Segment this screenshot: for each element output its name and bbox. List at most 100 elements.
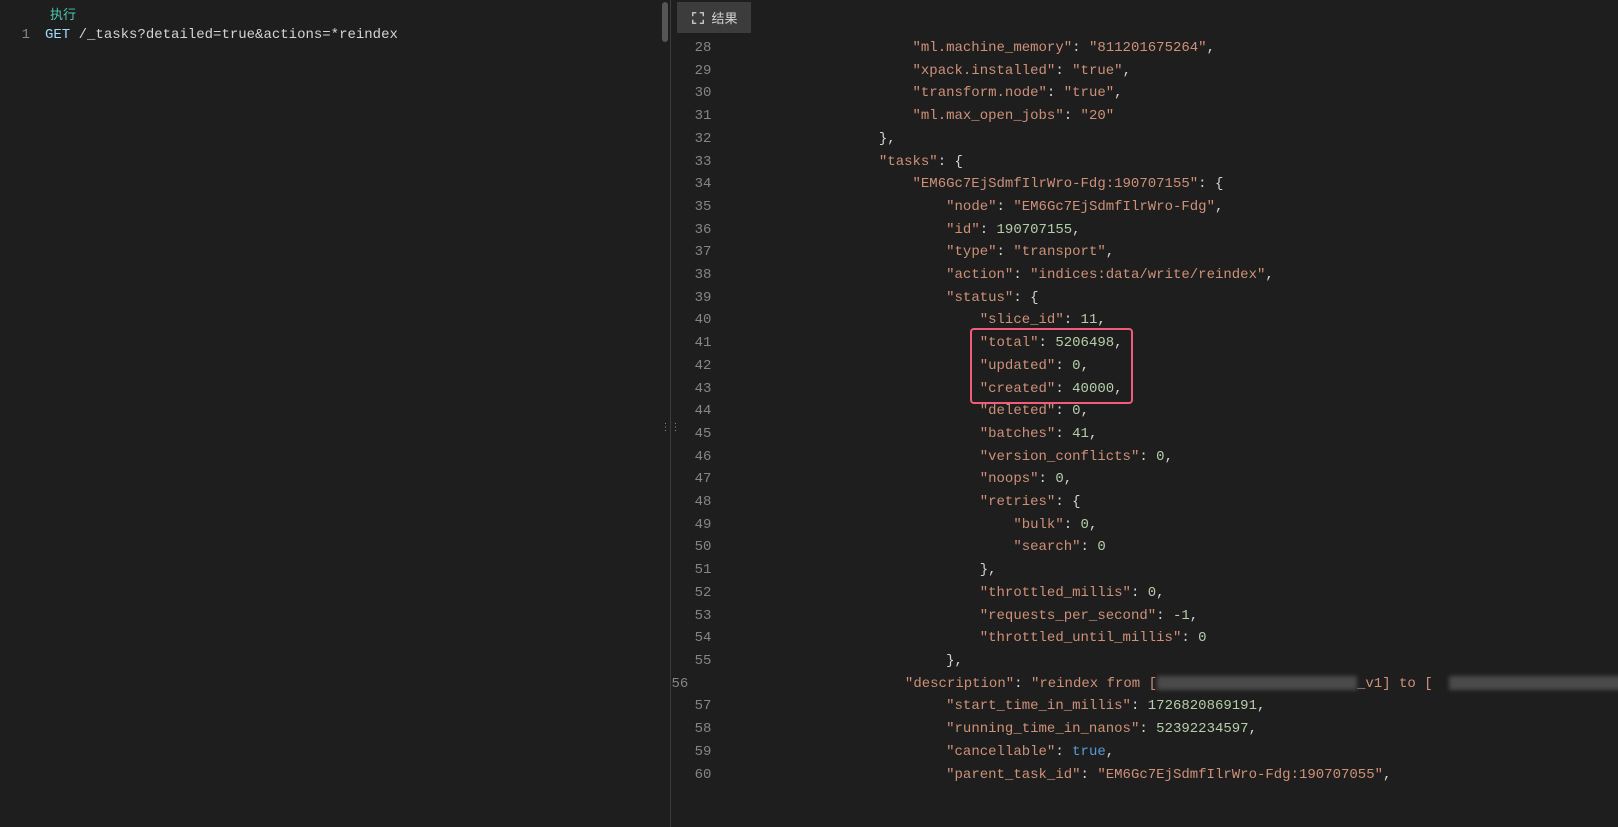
result-line-number: 36 (671, 219, 726, 242)
result-line-number: 38 (671, 264, 726, 287)
request-path-rest: detailed=true&actions=*reindex (146, 27, 398, 43)
result-line: 38 "action": "indices:data/write/reindex… (671, 264, 1618, 287)
result-line: 58 "running_time_in_nanos": 52392234597, (671, 718, 1618, 741)
redacted-text (1157, 676, 1357, 690)
result-line-content: "search": 0 (744, 536, 1105, 559)
result-line: 29 "xpack.installed": "true", (671, 60, 1618, 83)
expand-icon (691, 11, 705, 25)
result-line-number: 50 (671, 536, 726, 559)
result-line: 57 "start_time_in_millis": 1726820869191… (671, 695, 1618, 718)
result-line-number: 49 (671, 514, 726, 537)
result-line-content: "EM6Gc7EjSdmfIlrWro-Fdg:190707155": { (744, 173, 1223, 196)
result-line-content: "node": "EM6Gc7EjSdmfIlrWro-Fdg", (744, 196, 1223, 219)
result-line-number: 60 (671, 764, 726, 787)
result-line-content: "throttled_until_millis": 0 (744, 627, 1206, 650)
result-line-content: "cancellable": true, (744, 741, 1114, 764)
result-pane: 结果 28 "ml.machine_memory": "811201675264… (671, 0, 1618, 827)
result-line-number: 35 (671, 196, 726, 219)
result-line: 51 }, (671, 559, 1618, 582)
result-line-number: 57 (671, 695, 726, 718)
result-line-content: "id": 190707155, (744, 219, 1080, 242)
result-line-number: 30 (671, 82, 726, 105)
result-line: 47 "noops": 0, (671, 468, 1618, 491)
result-line: 30 "transform.node": "true", (671, 82, 1618, 105)
result-line: 48 "retries": { (671, 491, 1618, 514)
result-line-number: 56 (671, 673, 703, 696)
result-line-number: 55 (671, 650, 726, 673)
result-line-content: "start_time_in_millis": 1726820869191, (744, 695, 1265, 718)
result-line-number: 47 (671, 468, 726, 491)
editor-line[interactable]: 1 GET /_tasks?detailed=true&actions=*rei… (0, 27, 670, 43)
result-line-content: "total": 5206498, (744, 332, 1122, 355)
result-line-content: "created": 40000, (744, 378, 1122, 401)
result-line-content: "description": "reindex from [_v1] to [ (703, 673, 1618, 696)
result-line-number: 40 (671, 309, 726, 332)
result-line: 53 "requests_per_second": -1, (671, 605, 1618, 628)
result-line-number: 54 (671, 627, 726, 650)
result-line: 50 "search": 0 (671, 536, 1618, 559)
result-line-content: "bulk": 0, (744, 514, 1097, 537)
result-line-content: "batches": 41, (744, 423, 1097, 446)
result-line: 54 "throttled_until_millis": 0 (671, 627, 1618, 650)
result-line-number: 33 (671, 151, 726, 174)
result-line-number: 29 (671, 60, 726, 83)
result-line: 42 "updated": 0, (671, 355, 1618, 378)
request-editor-pane: 执行 1 GET /_tasks?detailed=true&actions=*… (0, 0, 671, 827)
result-line: 32 }, (671, 128, 1618, 151)
result-line-number: 41 (671, 332, 726, 355)
result-line-number: 42 (671, 355, 726, 378)
result-line-number: 28 (671, 37, 726, 60)
result-line: 46 "version_conflicts": 0, (671, 446, 1618, 469)
result-line-content: "tasks": { (744, 151, 962, 174)
result-line: 52 "throttled_millis": 0, (671, 582, 1618, 605)
result-line: 39 "status": { (671, 287, 1618, 310)
line-number: 1 (0, 27, 45, 43)
result-line-number: 46 (671, 446, 726, 469)
result-line-number: 51 (671, 559, 726, 582)
http-method: GET (45, 27, 70, 43)
result-line-number: 39 (671, 287, 726, 310)
redacted-text (1449, 676, 1618, 690)
result-line-number: 43 (671, 378, 726, 401)
result-line: 31 "ml.max_open_jobs": "20" (671, 105, 1618, 128)
result-body[interactable]: 28 "ml.machine_memory": "811201675264",2… (671, 33, 1618, 827)
request-path-prefix: /_tasks? (70, 27, 146, 43)
result-line-content: "type": "transport", (744, 241, 1114, 264)
result-line-number: 45 (671, 423, 726, 446)
result-line: 28 "ml.machine_memory": "811201675264", (671, 37, 1618, 60)
result-line: 49 "bulk": 0, (671, 514, 1618, 537)
result-line: 43 "created": 40000, (671, 378, 1618, 401)
result-line-content: "action": "indices:data/write/reindex", (744, 264, 1273, 287)
scrollbar-thumb[interactable] (662, 2, 668, 42)
result-line-number: 44 (671, 400, 726, 423)
result-line-content: "running_time_in_nanos": 52392234597, (744, 718, 1257, 741)
result-line-number: 58 (671, 718, 726, 741)
result-line-content: "status": { (744, 287, 1038, 310)
execute-link[interactable]: 执行 (0, 0, 670, 27)
result-line: 56 "description": "reindex from [_v1] to… (671, 673, 1618, 696)
result-line-number: 53 (671, 605, 726, 628)
result-line: 36 "id": 190707155, (671, 219, 1618, 242)
result-line-number: 34 (671, 173, 726, 196)
result-tab-label: 结果 (711, 8, 737, 27)
result-line: 34 "EM6Gc7EjSdmfIlrWro-Fdg:190707155": { (671, 173, 1618, 196)
result-line-number: 32 (671, 128, 726, 151)
result-tab[interactable]: 结果 (677, 2, 751, 33)
result-line-number: 48 (671, 491, 726, 514)
result-line-content: "transform.node": "true", (744, 82, 1122, 105)
result-line: 60 "parent_task_id": "EM6Gc7EjSdmfIlrWro… (671, 764, 1618, 787)
result-line-content: }, (744, 559, 996, 582)
result-line: 55 }, (671, 650, 1618, 673)
result-line-content: "updated": 0, (744, 355, 1089, 378)
result-line-content: "xpack.installed": "true", (744, 60, 1131, 83)
result-line-content: "ml.machine_memory": "811201675264", (744, 37, 1215, 60)
result-line-content: "ml.max_open_jobs": "20" (744, 105, 1114, 128)
result-line-content: "throttled_millis": 0, (744, 582, 1164, 605)
result-line-content: }, (744, 128, 895, 151)
result-line: 45 "batches": 41, (671, 423, 1618, 446)
request-code[interactable]: GET /_tasks?detailed=true&actions=*reind… (45, 27, 670, 43)
result-line-content: "deleted": 0, (744, 400, 1089, 423)
result-line: 33 "tasks": { (671, 151, 1618, 174)
result-line-content: "requests_per_second": -1, (744, 605, 1198, 628)
result-line-number: 31 (671, 105, 726, 128)
